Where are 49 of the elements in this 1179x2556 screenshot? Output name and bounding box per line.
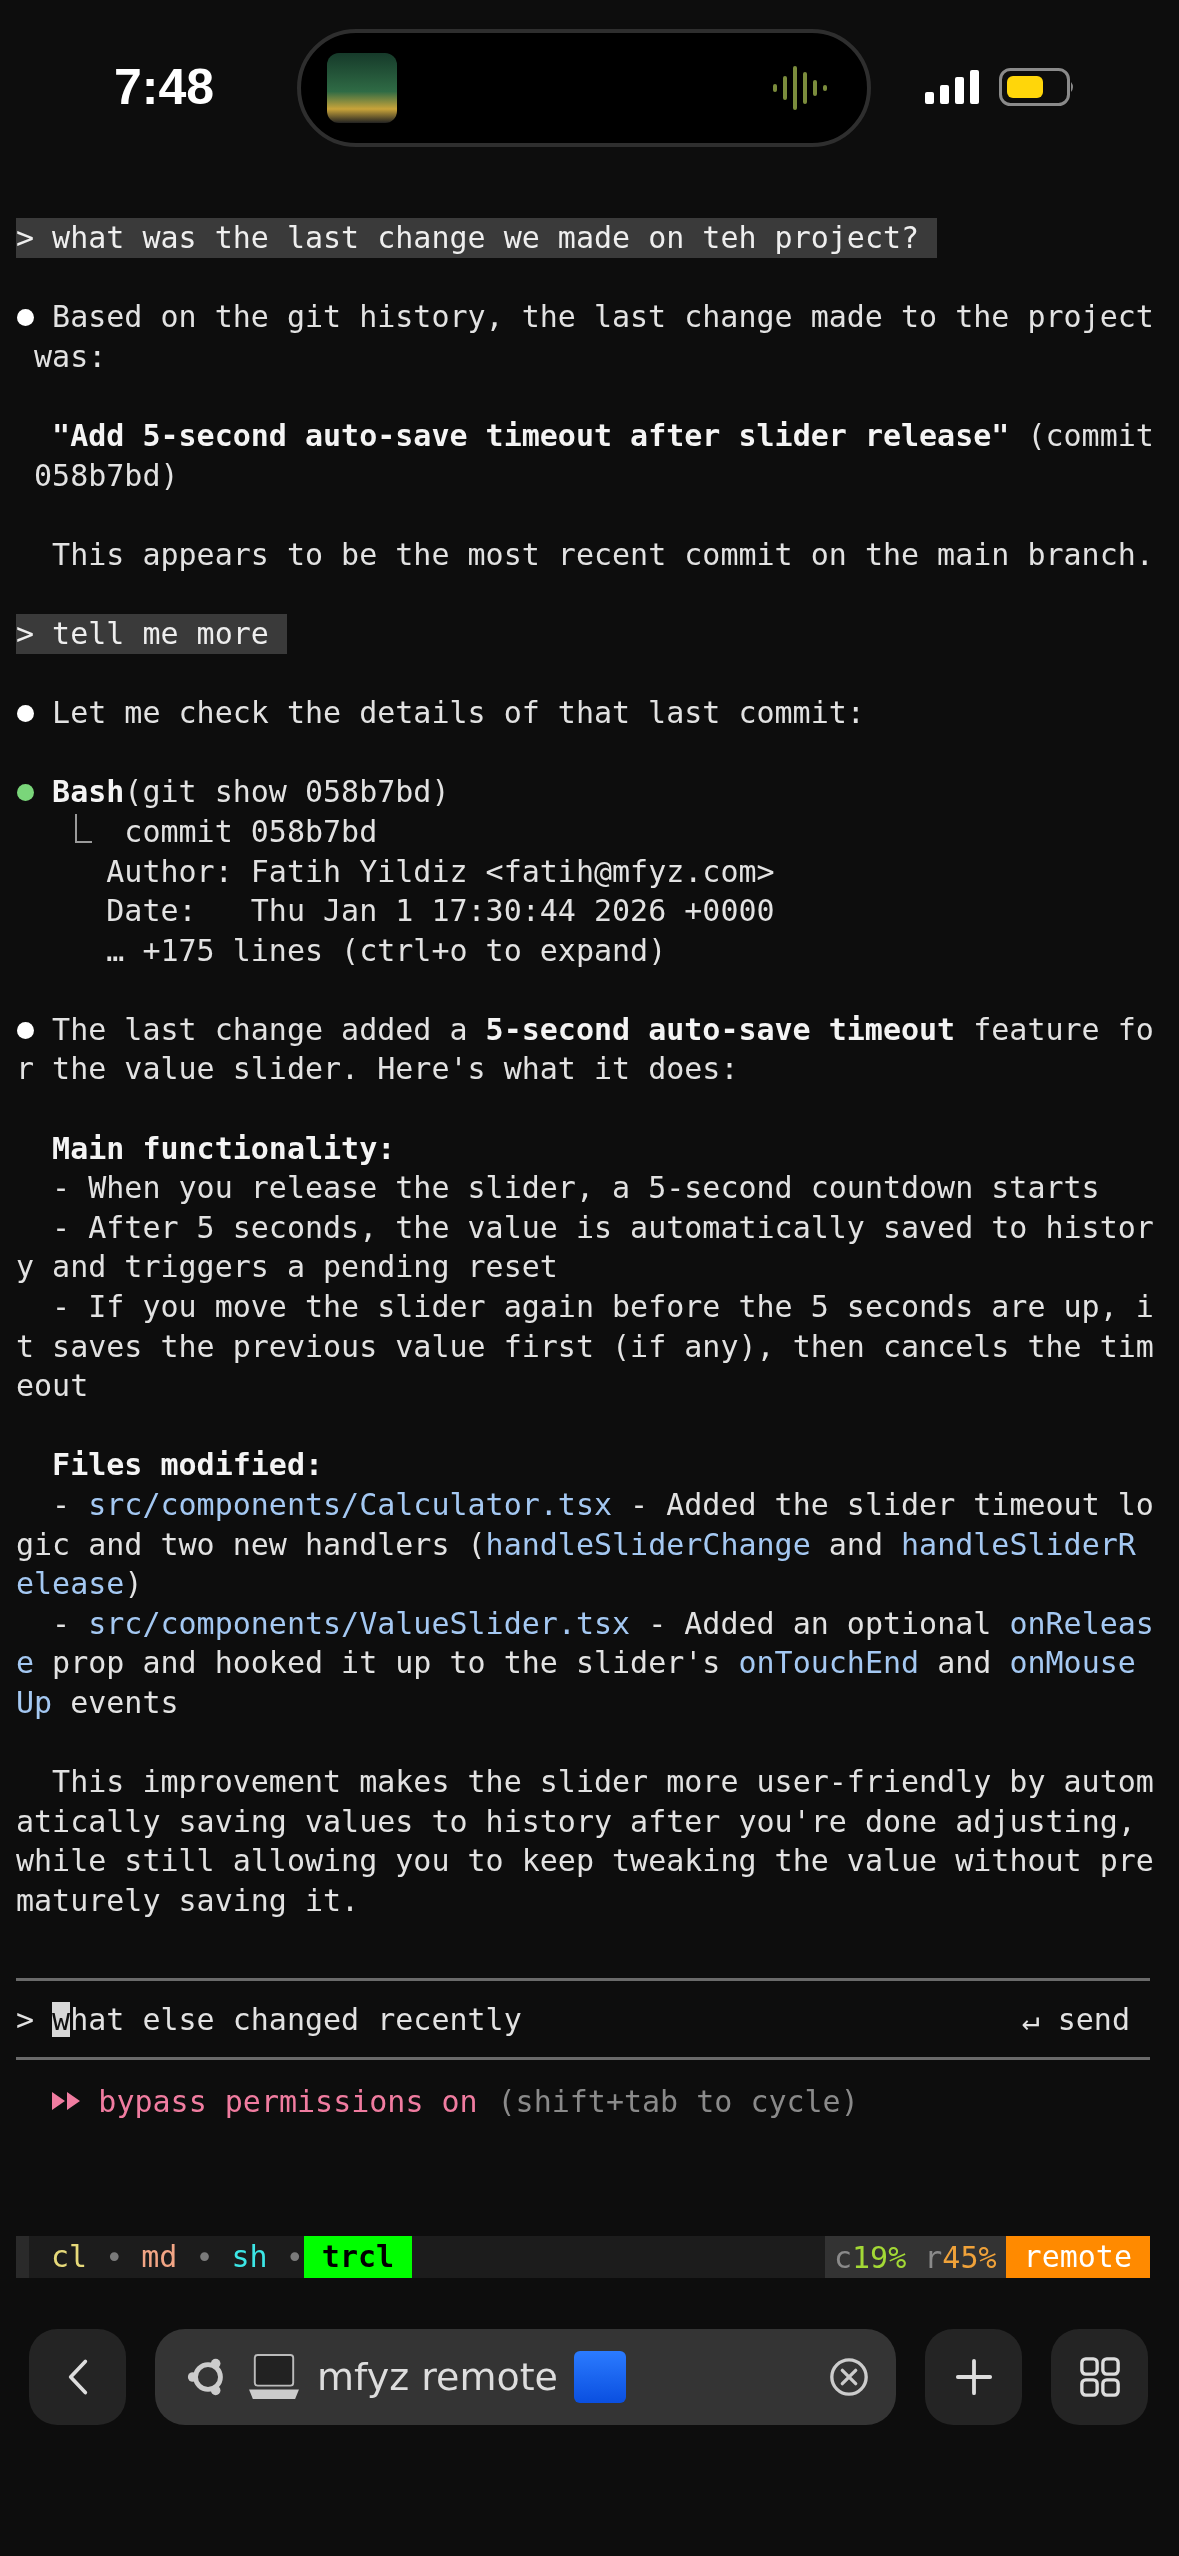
window-tab[interactable]: trcl (303, 2236, 413, 2279)
user-prompt: > what was the last change we made on teh project? (16, 218, 938, 258)
separator-dot: • (105, 2239, 124, 2275)
send-hint: ↵ send (1021, 2001, 1131, 2037)
grid-icon (1078, 2356, 1121, 2399)
list-item-text: - src/components/Calculator.tsx - Added the slider timeout logic and two new handlers (handleSliderChange and handleSliderRelease) (16, 1486, 1154, 1604)
input-field[interactable]: > what else changed recently ↵ send (16, 1981, 1150, 2058)
usage-stat: r45% (924, 2239, 997, 2275)
command-output-line: … +175 lines (ctrl+o to expand) (106, 931, 667, 970)
tabs-grid-button[interactable] (1051, 2329, 1148, 2426)
message-text: This improvement makes the slider more user-friendly by automatically saving values to history after you're done adjusting, while still allowing you to keep tweaking the value without prematurely saving it. (16, 1763, 1154, 1920)
battery-icon (999, 68, 1075, 106)
list-item-text: - After 5 seconds, the value is automatically saved to history and triggers a pending reset (16, 1208, 1154, 1287)
section-heading: Files modified: (51, 1446, 324, 1485)
list-item-text: - When you release the slider, a 5-second countdown starts (51, 1169, 1101, 1208)
command-output-line: Date: Thu Jan 1 17:30:44 2026 +0000 (106, 892, 775, 931)
window-tab[interactable]: cl (51, 2236, 106, 2279)
assistant-message: Let me check the details of that last commit: (16, 693, 1154, 733)
clear-icon[interactable] (828, 2356, 870, 2399)
address-bar[interactable]: mfyz remote (155, 2329, 896, 2426)
user-prompt: > tell me more (16, 613, 287, 654)
command-output-line: Author: Fatih Yildiz <fatih@mfyz.com> (106, 852, 775, 891)
message-text: "Add 5-second auto-save timeout after slider release" (commit 058b7bd) (33, 416, 1154, 495)
list-item-text: - src/components/ValueSlider.tsx - Added an optional onRelease prop and hooked it up to the slider's onTouchEnd and onMouseUp events (16, 1604, 1154, 1722)
plus-icon (954, 2358, 993, 2397)
list-item-text: - If you move the slider again before the 5 seconds are up, it saves the previous value first (if any), then cancels the timeout (16, 1288, 1154, 1406)
section-heading: Main functionality: (51, 1129, 396, 1168)
window-tab[interactable]: md (123, 2236, 196, 2279)
tab-title: mfyz remote (317, 2355, 558, 2400)
mode-label: bypass permissions on (98, 2083, 478, 2119)
separator-dot: • (285, 2239, 304, 2275)
session-label: remote (1005, 2236, 1150, 2279)
signal-icon (925, 70, 979, 104)
chevron-left-icon (66, 2358, 89, 2397)
square-tile-icon (573, 2351, 626, 2404)
tool-call-text: Bash(git show 058b7bd) (16, 772, 1154, 812)
album-art-placeholder (327, 53, 397, 123)
message-text: This appears to be the most recent commit on the main branch. (51, 535, 1154, 574)
usage-stat: c19% (833, 2239, 907, 2275)
separator-dot: • (195, 2239, 214, 2275)
mode-hint: (shift+tab to cycle) (497, 2083, 859, 2119)
window-tab[interactable]: sh (213, 2236, 286, 2279)
assistant-message: The last change added a 5-second auto-save timeout feature for the value slider. Here's what it does: (16, 1010, 1154, 1089)
new-tab-button[interactable] (925, 2329, 1022, 2426)
laptop-icon (247, 2353, 301, 2402)
command-output-line: commit 058b7bd (124, 812, 378, 851)
tree-corner-icon (73, 813, 92, 844)
assistant-message: Based on the git history, the last change made to the project was: (16, 297, 1154, 377)
clock-time: 7:48 (114, 58, 215, 116)
